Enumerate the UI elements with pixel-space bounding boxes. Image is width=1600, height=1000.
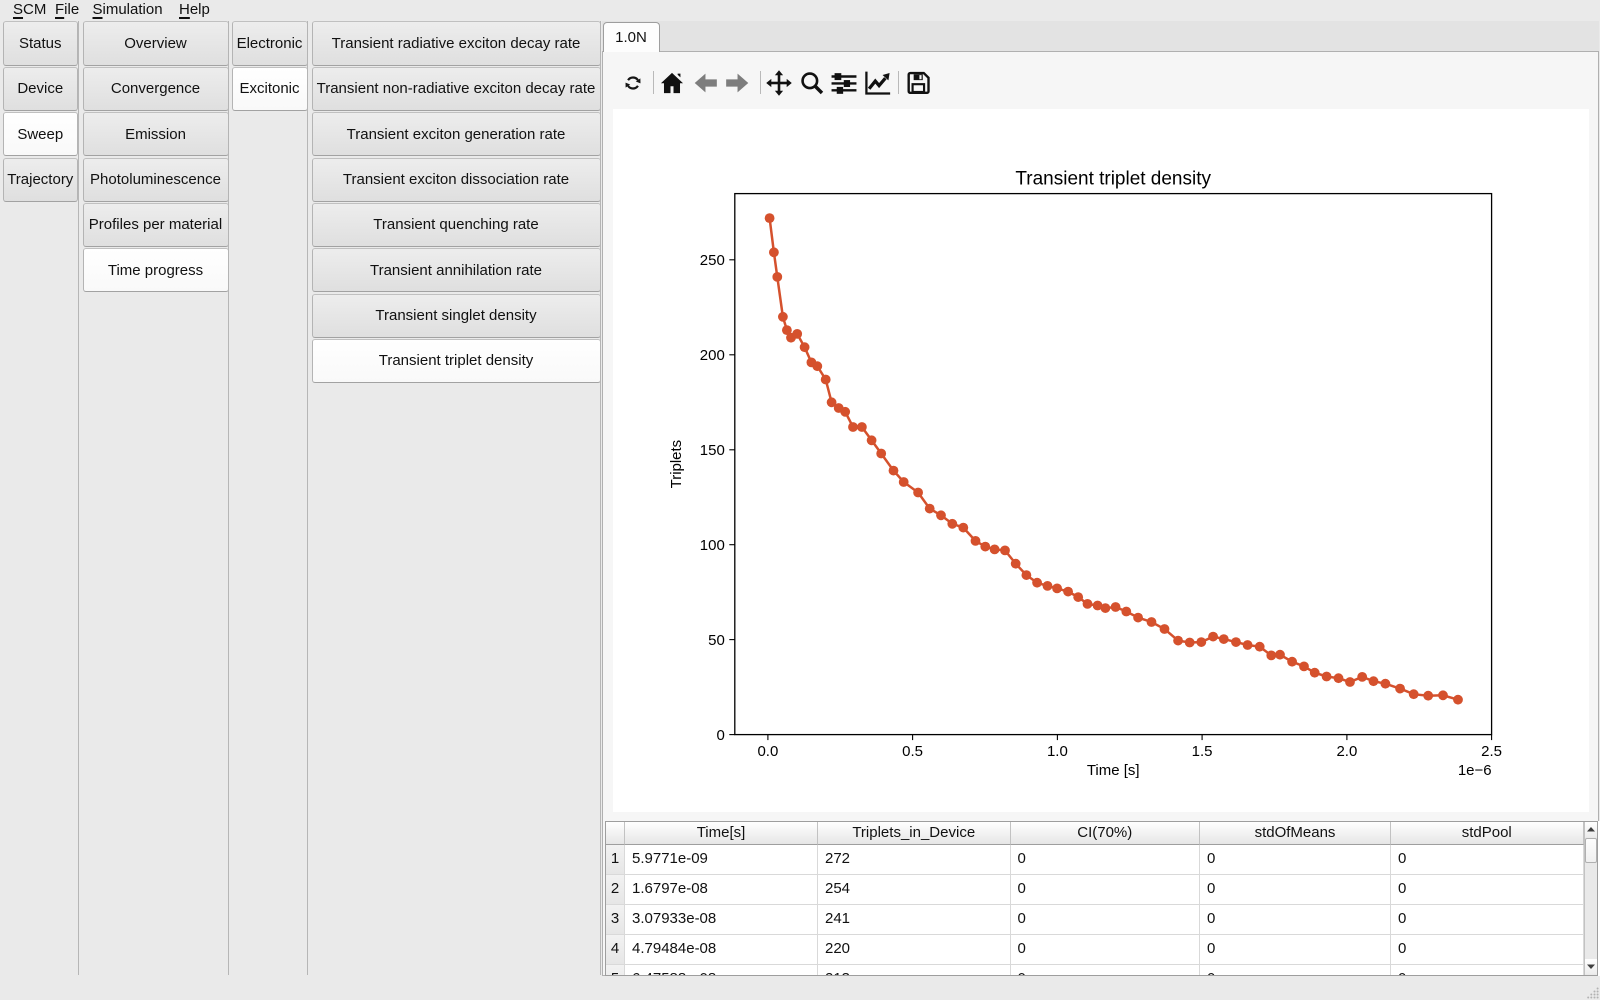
svg-text:2.0: 2.0 bbox=[1337, 743, 1358, 760]
svg-text:1.0: 1.0 bbox=[1047, 743, 1068, 760]
svg-text:Triplets: Triplets bbox=[668, 440, 685, 489]
svg-text:Transient triplet density: Transient triplet density bbox=[1016, 169, 1212, 190]
svg-text:1.5: 1.5 bbox=[1192, 743, 1213, 760]
svg-text:250: 250 bbox=[700, 252, 725, 269]
svg-text:150: 150 bbox=[700, 442, 725, 459]
svg-text:50: 50 bbox=[709, 632, 726, 649]
svg-text:1e−6: 1e−6 bbox=[1458, 762, 1492, 779]
svg-text:100: 100 bbox=[700, 537, 725, 554]
svg-text:0: 0 bbox=[717, 727, 725, 744]
svg-text:0.0: 0.0 bbox=[758, 743, 779, 760]
svg-text:Time [s]: Time [s] bbox=[1087, 762, 1140, 779]
svg-text:2.5: 2.5 bbox=[1482, 743, 1503, 760]
svg-text:0.5: 0.5 bbox=[903, 743, 924, 760]
svg-text:200: 200 bbox=[700, 347, 725, 364]
